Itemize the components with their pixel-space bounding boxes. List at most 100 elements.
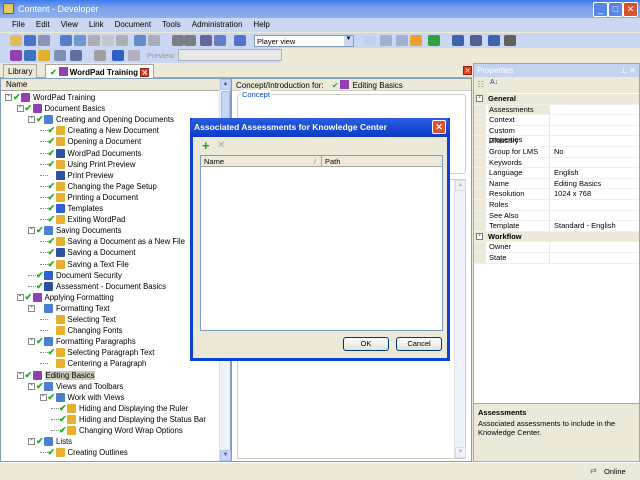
toolbar-button-icon[interactable]: [428, 35, 440, 46]
tab-library[interactable]: Library: [3, 64, 38, 78]
property-row[interactable]: Name Editing Basics: [474, 178, 639, 190]
collapse-icon[interactable]: -: [5, 93, 12, 101]
tree-item[interactable]: - ✔ Work with Views: [1, 392, 124, 403]
collapse-icon[interactable]: -: [16, 371, 24, 379]
close-document-icon[interactable]: ✕: [463, 66, 472, 75]
toolbar-button-icon[interactable]: [200, 35, 212, 46]
toolbar-button-icon[interactable]: [452, 35, 464, 46]
tree-item[interactable]: Selecting Text: [1, 314, 116, 325]
tree-item[interactable]: ✔ Changing Word Wrap Options: [1, 425, 183, 436]
collapse-icon[interactable]: -: [476, 232, 483, 240]
toolbar-button-icon[interactable]: [504, 35, 516, 46]
cancel-button[interactable]: Cancel: [396, 337, 442, 351]
tree-item[interactable]: - ✔ Creating and Opening Documents: [1, 114, 174, 125]
remove-icon[interactable]: ✕: [217, 140, 225, 151]
toolbar-button-icon[interactable]: [396, 35, 408, 46]
property-row[interactable]: Custom properties: [474, 125, 639, 144]
tree-item[interactable]: ✔ Creating a New Document: [1, 125, 159, 136]
menu-tools[interactable]: Tools: [162, 20, 181, 32]
property-row[interactable]: Template Standard - English: [474, 221, 639, 232]
tree-item[interactable]: ✔ Using Print Preview: [1, 159, 136, 170]
menu-view[interactable]: View: [61, 20, 78, 32]
collapse-icon[interactable]: -: [28, 226, 35, 235]
collapse-icon[interactable]: -: [28, 115, 35, 124]
tree-item[interactable]: Changing Fonts: [1, 325, 123, 336]
toolbar-button-icon[interactable]: [102, 35, 114, 46]
tree-item[interactable]: ✔ Opening a Document: [1, 136, 141, 147]
toolbar-button-icon[interactable]: [38, 50, 50, 61]
tree-item[interactable]: - ✔ Applying Formatting: [1, 292, 114, 303]
toolbar-button-icon[interactable]: [128, 50, 140, 61]
toolbar-button-icon[interactable]: [74, 35, 86, 46]
tree-item[interactable]: - ✔ Formatting Paragraphs: [1, 336, 136, 347]
add-icon[interactable]: +: [202, 138, 210, 153]
property-row[interactable]: Group for LMS No: [474, 147, 639, 158]
property-value[interactable]: Editing Basics: [553, 179, 601, 188]
toolbar-button-icon[interactable]: [94, 50, 106, 61]
scroll-up-icon[interactable]: ▲: [220, 79, 231, 90]
tree-item[interactable]: ✔ Hiding and Displaying the Status Bar: [1, 414, 206, 425]
toolbar-button-icon[interactable]: [88, 35, 100, 46]
toolbar-button-icon[interactable]: [70, 50, 82, 61]
collapse-icon[interactable]: -: [16, 293, 24, 301]
menu-link[interactable]: Link: [89, 20, 104, 32]
tree-item[interactable]: ✔ Document Security: [1, 270, 122, 281]
property-row[interactable]: Context: [474, 115, 639, 126]
tree-item[interactable]: ✔ Assessment - Document Basics: [1, 281, 166, 292]
tree-item[interactable]: ✔ Saving a Text File: [1, 259, 129, 270]
tree-item[interactable]: ✔ Saving a Document: [1, 247, 136, 258]
toolbar-button-icon[interactable]: [38, 35, 50, 46]
property-row[interactable]: Language English: [474, 168, 639, 179]
property-value[interactable]: English: [553, 168, 579, 177]
toolbar-button-icon[interactable]: [364, 35, 376, 46]
menu-help[interactable]: Help: [253, 20, 269, 32]
tree-item[interactable]: - ✔ Views and Toolbars: [1, 381, 123, 392]
property-row[interactable]: Glossary: [474, 136, 639, 147]
toolbar-button-icon[interactable]: [470, 35, 482, 46]
close-tab-icon[interactable]: ✕: [140, 68, 150, 77]
toolbar-button-icon[interactable]: [410, 35, 422, 46]
tree-item[interactable]: ✔ Creating Outlines: [1, 447, 128, 458]
property-value[interactable]: No: [553, 147, 564, 156]
tree-item[interactable]: ✔ Exiting WordPad: [1, 214, 125, 225]
close-button[interactable]: ✕: [623, 2, 638, 17]
maximize-button[interactable]: □: [608, 2, 623, 17]
toolbar-button-icon[interactable]: [10, 35, 22, 46]
property-category[interactable]: - Workflow: [474, 231, 639, 243]
property-row[interactable]: State: [474, 253, 639, 264]
property-row[interactable]: Keywords: [474, 157, 639, 169]
collapse-icon[interactable]: -: [39, 393, 47, 401]
tree-item[interactable]: - ✔ Editing Basics: [1, 370, 96, 381]
toolbar-button-icon[interactable]: [10, 50, 22, 61]
collapse-icon[interactable]: -: [28, 304, 35, 312]
toolbar-button-icon[interactable]: [234, 35, 246, 46]
view-select[interactable]: Player view ▼: [254, 35, 354, 47]
menu-document[interactable]: Document: [115, 20, 151, 32]
collapse-icon[interactable]: -: [28, 437, 35, 446]
tree-item[interactable]: ✔ Changing the Page Setup: [1, 181, 157, 192]
toolbar-button-icon[interactable]: [112, 50, 124, 61]
property-row[interactable]: Resolution 1024 x 768: [474, 189, 639, 200]
tree-item[interactable]: - Formatting Text: [1, 303, 110, 314]
tab-wordpad-training[interactable]: ✔ WordPad Training ✕: [45, 64, 155, 78]
scroll-up-icon[interactable]: ▲: [455, 180, 466, 191]
toolbar-button-icon[interactable]: [172, 35, 184, 46]
toolbar-button-icon[interactable]: [148, 35, 160, 46]
assessments-list[interactable]: Name / Path: [200, 155, 443, 331]
sort-az-icon[interactable]: A↓: [490, 79, 498, 86]
ok-button[interactable]: OK: [343, 337, 389, 351]
tree-item[interactable]: ✔ Saving a Document as a New File: [1, 236, 185, 247]
toolbar-button-icon[interactable]: [134, 35, 146, 46]
menu-edit[interactable]: Edit: [36, 20, 50, 32]
column-name[interactable]: Name: [204, 157, 224, 166]
column-path[interactable]: Path: [321, 156, 340, 167]
tree-item[interactable]: - ✔ Document Basics: [1, 103, 105, 114]
property-row[interactable]: Roles: [474, 200, 639, 211]
collapse-icon[interactable]: -: [476, 95, 483, 102]
tree-column-header[interactable]: Name: [1, 79, 219, 91]
property-value[interactable]: Standard - English: [553, 221, 616, 230]
toolbar-button-icon[interactable]: [24, 50, 36, 61]
toolbar-button-icon[interactable]: [184, 35, 196, 46]
property-value[interactable]: 1024 x 768: [553, 189, 591, 198]
property-row[interactable]: Owner: [474, 242, 639, 253]
